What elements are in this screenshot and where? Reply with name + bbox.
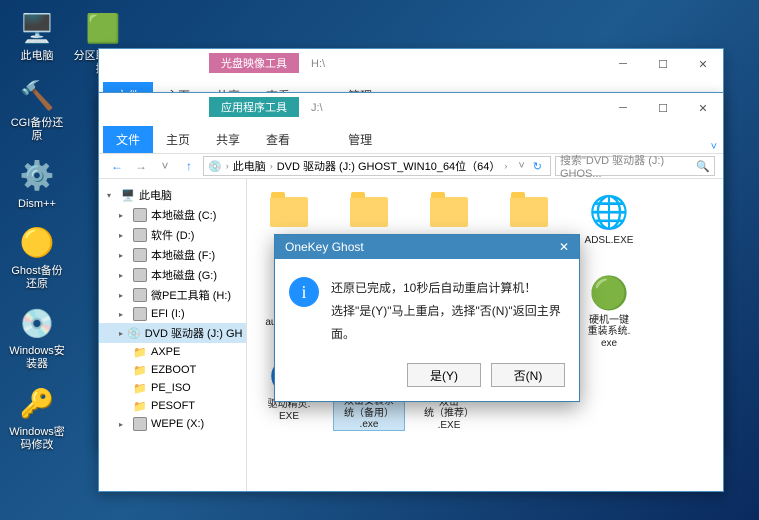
disk-icon — [133, 307, 147, 321]
nav-toolbar: ← → ˅ ↑ 💿 › 此电脑 › DVD 驱动器 (J:) GHOST_WIN… — [99, 153, 723, 179]
refresh-icon[interactable]: ↻ — [529, 160, 546, 173]
address-bar[interactable]: 💿 › 此电脑 › DVD 驱动器 (J:) GHOST_WIN10_64位（6… — [203, 156, 551, 176]
close-button[interactable]: ✕ — [683, 94, 723, 122]
folder-icon — [268, 191, 310, 233]
folder-icon — [348, 191, 390, 233]
onekey-ghost-dialog: OneKey Ghost ✕ i 还原已完成，10秒后自动重启计算机！ 选择"是… — [274, 234, 580, 402]
titlebar-front: 应用程序工具 J:\ ─ ☐ ✕ — [99, 93, 723, 123]
crumb-pc[interactable]: 此电脑 — [233, 158, 266, 174]
nav-pane: ▾🖥️ 此电脑 ▸本地磁盘 (C:)▸软件 (D:)▸本地磁盘 (F:)▸本地磁… — [99, 179, 247, 491]
up-button[interactable]: ↑ — [179, 156, 199, 176]
key-icon: 🔑 — [17, 384, 57, 424]
yes-button[interactable]: 是(Y) — [407, 363, 481, 387]
disk-icon — [133, 417, 147, 431]
back-button[interactable]: ← — [107, 156, 127, 176]
nav-item[interactable]: ▸💿DVD 驱动器 (J:) GH — [99, 323, 246, 343]
dialog-message: 还原已完成，10秒后自动重启计算机！ 选择"是(Y)"马上重启，选择"否(N)"… — [331, 277, 565, 345]
ribbon-tabs-front: 文件 主页 共享 查看 管理 ˅ — [99, 129, 723, 153]
titlebar-back: 光盘映像工具 H:\ ─ ☐ ✕ — [99, 49, 723, 79]
nav-item[interactable]: ▸EFI (I:) — [99, 305, 246, 323]
dialog-title: OneKey Ghost ✕ — [275, 235, 579, 259]
folder-icon — [508, 191, 550, 233]
ghost-icon: 🟡 — [17, 223, 57, 263]
drive-icon: 💿 — [208, 160, 222, 173]
disk-icon — [133, 268, 147, 282]
nav-item[interactable]: ▸本地磁盘 (G:) — [99, 265, 246, 285]
desktop-icon-pc[interactable]: 🖥️ 此电脑 — [6, 8, 68, 63]
hammer-icon: 🔨 — [17, 75, 57, 115]
recent-button[interactable]: ˅ — [155, 156, 175, 176]
desktop-icon-wininst[interactable]: 💿 Windows安装器 — [6, 303, 68, 371]
nav-item[interactable]: ▸本地磁盘 (C:) — [99, 205, 246, 225]
nav-item[interactable]: 📁AXPE — [99, 343, 246, 361]
disk-icon — [133, 228, 147, 242]
minimize-button[interactable]: ─ — [603, 94, 643, 122]
search-icon: 🔍 — [696, 160, 710, 173]
file-label: ADSL.EXE — [585, 235, 634, 247]
context-tab-disc: 光盘映像工具 — [209, 53, 299, 73]
nav-item[interactable]: ▸本地磁盘 (F:) — [99, 245, 246, 265]
search-input[interactable]: 搜索"DVD 驱动器 (J:) GHOS... 🔍 — [555, 156, 715, 176]
folder-icon: 📁 — [133, 381, 147, 395]
disc-icon: 💿 — [17, 303, 57, 343]
pc-icon: 🖥️ — [121, 188, 135, 202]
nav-item[interactable]: 📁PESOFT — [99, 397, 246, 415]
nav-item[interactable]: ▸微PE工具箱 (H:) — [99, 285, 246, 305]
minimize-button[interactable]: ─ — [603, 50, 643, 78]
nav-item[interactable]: 📁EZBOOT — [99, 361, 246, 379]
disk-icon — [133, 208, 147, 222]
folder-icon: 📁 — [133, 399, 147, 413]
context-tab-app: 应用程序工具 — [209, 97, 299, 117]
dialog-close-icon[interactable]: ✕ — [559, 240, 569, 254]
file-icon: 🌐 — [588, 191, 630, 233]
forward-button[interactable]: → — [131, 156, 151, 176]
file-label: 硬机一键重装系统.exe — [588, 315, 631, 350]
file-label: 驱动精灵.EXE — [268, 399, 311, 422]
desktop-icon-dism[interactable]: ⚙️ Dism++ — [6, 156, 68, 211]
tab-view[interactable]: 查看 — [253, 126, 303, 153]
folder-icon: 📁 — [133, 345, 147, 359]
maximize-button[interactable]: ☐ — [643, 50, 683, 78]
crumb-dvd[interactable]: DVD 驱动器 (J:) GHOST_WIN10_64位（64） — [277, 158, 501, 174]
file-item[interactable]: 🟢硬机一键重装系统.exe — [573, 271, 645, 349]
file-item[interactable]: 🌐 ADSL.EXE — [573, 189, 645, 267]
maximize-button[interactable]: ☐ — [643, 94, 683, 122]
title-path-front: J:\ — [299, 102, 603, 114]
info-icon: i — [289, 277, 319, 307]
pc-icon: 🖥️ — [17, 8, 57, 48]
folder-icon: 📁 — [133, 363, 147, 377]
close-button[interactable]: ✕ — [683, 50, 723, 78]
nav-item[interactable]: ▸WEPE (X:) — [99, 415, 246, 433]
disk-icon — [133, 248, 147, 262]
nav-item[interactable]: 📁PE_ISO — [99, 379, 246, 397]
title-path-back: H:\ — [299, 58, 603, 70]
file-icon: 🟢 — [588, 273, 630, 313]
desktop-icon-cgi[interactable]: 🔨 CGI备份还原 — [6, 75, 68, 143]
disk-icon — [133, 288, 147, 302]
partition-icon: 🟩 — [83, 8, 123, 48]
tab-manage[interactable]: 管理 — [335, 126, 385, 153]
nav-item[interactable]: ▸软件 (D:) — [99, 225, 246, 245]
nav-pc[interactable]: ▾🖥️ 此电脑 — [99, 185, 246, 205]
dvd-icon: 💿 — [127, 326, 141, 340]
tab-file[interactable]: 文件 — [103, 126, 153, 153]
ribbon-expand-icon[interactable]: ˅ — [711, 141, 717, 153]
tab-home[interactable]: 主页 — [153, 126, 203, 153]
desktop-icon-ghost[interactable]: 🟡 Ghost备份还原 — [6, 223, 68, 291]
desktop-icon-winpwd[interactable]: 🔑 Windows密码修改 — [6, 384, 68, 452]
desktop: 🖥️ 此电脑 🟩 分区助手(无损) 🔨 CGI备份还原 ⚙️ Dism++ 🟡 … — [0, 0, 74, 460]
no-button[interactable]: 否(N) — [491, 363, 565, 387]
folder-icon — [428, 191, 470, 233]
gear-icon: ⚙️ — [17, 156, 57, 196]
tab-share[interactable]: 共享 — [203, 126, 253, 153]
